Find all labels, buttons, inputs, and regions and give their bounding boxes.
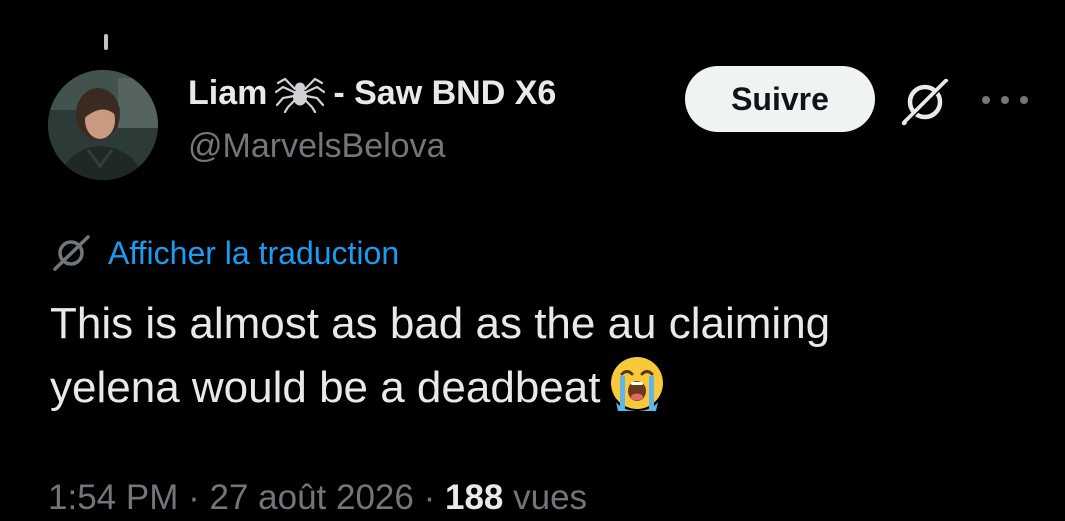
views-count[interactable]: 188: [445, 478, 503, 517]
show-translation-link[interactable]: Afficher la traduction: [108, 235, 399, 272]
meta-separator: ·: [423, 478, 436, 517]
thread-connector-line: [104, 34, 108, 50]
more-dot: [982, 96, 990, 104]
grok-translate-icon: [50, 233, 94, 273]
translate-row[interactable]: Afficher la traduction: [50, 232, 399, 274]
author-name-suffix[interactable]: - Saw BND X6: [333, 74, 556, 113]
meta-separator: ·: [188, 478, 200, 517]
grok-icon[interactable]: [898, 76, 954, 128]
tweet-text: This is almost as bad as the au claiming…: [50, 294, 1010, 418]
avatar[interactable]: [48, 70, 158, 180]
more-options-icon[interactable]: [982, 90, 1028, 110]
tweet-text-line: This is almost as bad as the au claiming: [50, 299, 831, 348]
avatar-image: [48, 70, 158, 180]
author-handle[interactable]: @MarvelsBelova: [188, 127, 446, 166]
more-dot: [1020, 96, 1028, 104]
loudly-crying-face-icon: [608, 354, 666, 412]
spider-icon: [275, 73, 326, 114]
follow-button[interactable]: Suivre: [685, 66, 875, 132]
views-label: vues: [513, 478, 588, 517]
more-dot: [1001, 96, 1009, 104]
author-display-name[interactable]: Liam: [188, 74, 267, 113]
tweet-text-line-content: yelena would be a deadbeat: [50, 363, 601, 412]
author-name-row[interactable]: Liam - Saw BND X6: [188, 70, 556, 116]
tweet-time[interactable]: 1:54 PM: [48, 478, 178, 517]
tweet-meta: 1:54 PM · 27 août 2026 · 188 vues: [48, 478, 587, 518]
tweet-text-line: yelena would be a deadbeat: [50, 354, 1010, 418]
tweet-date[interactable]: 27 août 2026: [209, 478, 413, 517]
